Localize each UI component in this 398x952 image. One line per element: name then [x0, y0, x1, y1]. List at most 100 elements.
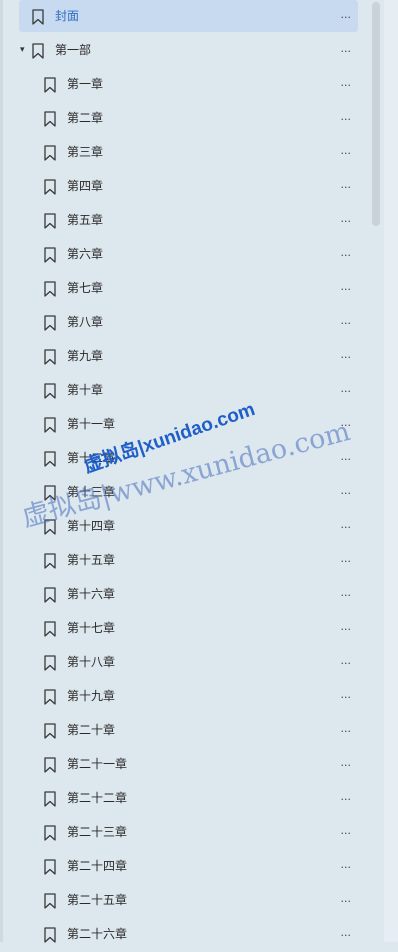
- bookmark-icon: [44, 383, 56, 399]
- outline-item-chapter[interactable]: 第四章...: [0, 170, 360, 204]
- outline-item-label: 第二十六章: [67, 927, 128, 941]
- ellipsis-icon[interactable]: ...: [341, 244, 352, 261]
- ellipsis-icon[interactable]: ...: [341, 74, 352, 91]
- outline-item-label: 第八章: [67, 315, 104, 329]
- outline-item-label: 第十七章: [67, 621, 116, 635]
- bookmark-icon: [44, 893, 56, 909]
- outline-item-label: 第十章: [67, 383, 104, 397]
- ellipsis-icon[interactable]: ...: [341, 210, 352, 227]
- outline-item-label: 第七章: [67, 281, 104, 295]
- outline-item-label: 第六章: [67, 247, 104, 261]
- ellipsis-icon[interactable]: ...: [341, 6, 352, 23]
- outline-item-chapter[interactable]: 第十章...: [0, 374, 360, 408]
- bookmark-icon: [44, 247, 56, 263]
- outline-item-label: 第二十三章: [67, 825, 128, 839]
- outline-item-chapter[interactable]: 第五章...: [0, 204, 360, 238]
- outline-item-label: 第二十四章: [67, 859, 128, 873]
- outline-item-chapter[interactable]: 第二十六章...: [0, 918, 360, 952]
- bookmark-icon: [44, 145, 56, 161]
- ellipsis-icon[interactable]: ...: [341, 618, 352, 635]
- bookmark-icon: [44, 689, 56, 705]
- bookmark-icon: [44, 77, 56, 93]
- ellipsis-icon[interactable]: ...: [341, 448, 352, 465]
- scrollbar-track[interactable]: [384, 0, 398, 942]
- ellipsis-icon[interactable]: ...: [341, 584, 352, 601]
- ellipsis-icon[interactable]: ...: [341, 142, 352, 159]
- ellipsis-icon[interactable]: ...: [341, 890, 352, 907]
- triangle-down-icon[interactable]: ▾: [20, 43, 30, 57]
- ellipsis-icon[interactable]: ...: [341, 652, 352, 669]
- ellipsis-icon[interactable]: ...: [341, 550, 352, 567]
- outline-item-label: 第十九章: [67, 689, 116, 703]
- ellipsis-icon[interactable]: ...: [341, 278, 352, 295]
- bookmark-icon: [44, 553, 56, 569]
- bookmark-icon: [44, 281, 56, 297]
- ellipsis-icon[interactable]: ...: [341, 312, 352, 329]
- bookmark-icon: [44, 451, 56, 467]
- outline-item-label: 第四章: [67, 179, 104, 193]
- ellipsis-icon[interactable]: ...: [341, 108, 352, 125]
- outline-item-chapter[interactable]: 第二十章...: [0, 714, 360, 748]
- outline-item-chapter[interactable]: 第十八章...: [0, 646, 360, 680]
- outline-item-chapter[interactable]: 第一章...: [0, 68, 360, 102]
- outline-item-chapter[interactable]: 第八章...: [0, 306, 360, 340]
- outline-item-chapter[interactable]: 第二章...: [0, 102, 360, 136]
- bookmark-icon: [44, 723, 56, 739]
- ellipsis-icon[interactable]: ...: [341, 516, 352, 533]
- outline-item-top[interactable]: 封面...: [0, 0, 360, 34]
- ellipsis-icon[interactable]: ...: [341, 176, 352, 193]
- outline-item-chapter[interactable]: 第十七章...: [0, 612, 360, 646]
- outline-item-chapter[interactable]: 第十六章...: [0, 578, 360, 612]
- ellipsis-icon[interactable]: ...: [341, 686, 352, 703]
- bookmark-icon: [32, 9, 44, 25]
- bookmark-icon: [44, 655, 56, 671]
- ellipsis-icon[interactable]: ...: [341, 924, 352, 941]
- ellipsis-icon[interactable]: ...: [341, 380, 352, 397]
- bookmark-icon: [44, 417, 56, 433]
- outline-item-label: 封面: [55, 9, 80, 23]
- bookmark-icon: [44, 315, 56, 331]
- outline-item-chapter[interactable]: 第三章...: [0, 136, 360, 170]
- outline-item-label: 第一部: [55, 43, 92, 57]
- ellipsis-icon[interactable]: ...: [341, 720, 352, 737]
- outline-item-label: 第十六章: [67, 587, 116, 601]
- ellipsis-icon[interactable]: ...: [341, 754, 352, 771]
- bookmark-icon: [32, 43, 44, 59]
- outline-item-label: 第五章: [67, 213, 104, 227]
- outline-item-chapter[interactable]: 第二十五章...: [0, 884, 360, 918]
- outline-item-label: 第二十二章: [67, 791, 128, 805]
- ellipsis-icon[interactable]: ...: [341, 856, 352, 873]
- outline-item-chapter[interactable]: 第九章...: [0, 340, 360, 374]
- bookmark-icon: [44, 349, 56, 365]
- outline-item-chapter[interactable]: 第二十四章...: [0, 850, 360, 884]
- outline-item-label: 第二十一章: [67, 757, 128, 771]
- bookmark-icon: [44, 791, 56, 807]
- outline-item-chapter[interactable]: 第六章...: [0, 238, 360, 272]
- outline-item-chapter[interactable]: 第十九章...: [0, 680, 360, 714]
- bookmark-icon: [44, 621, 56, 637]
- ellipsis-icon[interactable]: ...: [341, 822, 352, 839]
- bookmark-icon: [44, 825, 56, 841]
- bookmark-icon: [44, 927, 56, 943]
- ellipsis-icon[interactable]: ...: [341, 482, 352, 499]
- outline-item-top[interactable]: ▾ 第一部...: [0, 34, 360, 68]
- outline-item-label: 第十一章: [67, 417, 116, 431]
- outline-item-chapter[interactable]: 第二十二章...: [0, 782, 360, 816]
- outline-item-chapter[interactable]: 第十五章...: [0, 544, 360, 578]
- bookmark-icon: [44, 587, 56, 603]
- bookmark-icon: [44, 213, 56, 229]
- ellipsis-icon[interactable]: ...: [341, 788, 352, 805]
- bookmark-icon: [44, 757, 56, 773]
- scrollbar-thumb[interactable]: [372, 2, 380, 226]
- outline-item-label: 第二十五章: [67, 893, 128, 907]
- outline-item-label: 第十五章: [67, 553, 116, 567]
- ellipsis-icon[interactable]: ...: [341, 346, 352, 363]
- outline-item-chapter[interactable]: 第七章...: [0, 272, 360, 306]
- outline-item-label: 第一章: [67, 77, 104, 91]
- outline-item-chapter[interactable]: 第二十三章...: [0, 816, 360, 850]
- outline-item-label: 第九章: [67, 349, 104, 363]
- ellipsis-icon[interactable]: ...: [341, 40, 352, 57]
- outline-item-label: 第十八章: [67, 655, 116, 669]
- outline-item-chapter[interactable]: 第二十一章...: [0, 748, 360, 782]
- outline-item-label: 第二十章: [67, 723, 116, 737]
